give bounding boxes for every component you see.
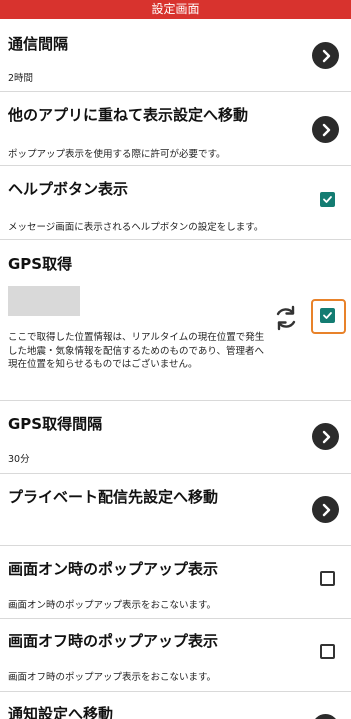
screen-off-popup-checkbox[interactable] — [320, 644, 335, 659]
check-icon — [323, 312, 332, 319]
chevron-right-icon[interactable] — [312, 496, 339, 523]
setting-description: ポップアップ表示を使用する際に許可が必要です。 — [8, 149, 226, 160]
chevron-right-icon[interactable] — [312, 423, 339, 450]
setting-row-screen-off-popup[interactable]: 画面オフ時のポップアップ表示 画面オフ時のポップアップ表示をおこないます。 — [0, 619, 351, 692]
setting-title: 他のアプリに重ねて表示設定へ移動 — [8, 106, 249, 124]
gps-checkbox[interactable] — [320, 308, 335, 323]
setting-row-interval[interactable]: 通信間隔 2時間 — [0, 19, 351, 92]
setting-description: ここで取得した位置情報は、リアルタイムの現在位置で発生した地震・気象情報を配信す… — [8, 332, 265, 370]
setting-row-gps-interval[interactable]: GPS取得間隔 30分 — [0, 401, 351, 474]
setting-row-screen-on-popup[interactable]: 画面オン時のポップアップ表示 画面オン時のポップアップ表示をおこないます。 — [0, 546, 351, 619]
sync-icon[interactable] — [272, 304, 300, 332]
setting-row-overlay[interactable]: 他のアプリに重ねて表示設定へ移動 ポップアップ表示を使用する際に許可が必要です。 — [0, 92, 351, 166]
setting-title: プライベート配信先設定へ移動 — [8, 488, 219, 506]
chevron-right-icon[interactable] — [312, 42, 339, 69]
setting-title: GPS取得 — [8, 255, 73, 273]
setting-title: 通知設定へ移動 — [8, 705, 114, 719]
setting-title: 画面オフ時のポップアップ表示 — [8, 632, 219, 650]
setting-title: 画面オン時のポップアップ表示 — [8, 560, 219, 578]
screen-on-popup-checkbox[interactable] — [320, 571, 335, 586]
setting-description: 画面オフ時のポップアップ表示をおこないます。 — [8, 672, 217, 683]
setting-value: 2時間 — [8, 73, 34, 84]
setting-description: 画面オン時のポップアップ表示をおこないます。 — [8, 600, 217, 611]
header-bar: 設定画面 — [0, 0, 351, 19]
chevron-right-icon[interactable] — [312, 714, 339, 719]
setting-row-private-delivery[interactable]: プライベート配信先設定へ移動 — [0, 474, 351, 546]
gps-checkbox-focus[interactable] — [311, 299, 346, 334]
setting-title: GPS取得間隔 — [8, 415, 103, 433]
help-button-checkbox[interactable] — [320, 192, 335, 207]
setting-title: ヘルプボタン表示 — [8, 180, 129, 198]
page-title: 設定画面 — [151, 2, 200, 16]
check-icon — [323, 196, 332, 203]
chevron-right-icon[interactable] — [312, 116, 339, 143]
setting-row-help-button[interactable]: ヘルプボタン表示 メッセージ画面に表示されるヘルプボタンの設定をします。 — [0, 166, 351, 240]
setting-title: 通信間隔 — [8, 35, 69, 53]
gps-location-placeholder — [8, 286, 80, 316]
setting-row-notification[interactable]: 通知設定へ移動 — [0, 692, 351, 719]
setting-description: メッセージ画面に表示されるヘルプボタンの設定をします。 — [8, 222, 264, 233]
setting-value: 30分 — [8, 454, 30, 465]
